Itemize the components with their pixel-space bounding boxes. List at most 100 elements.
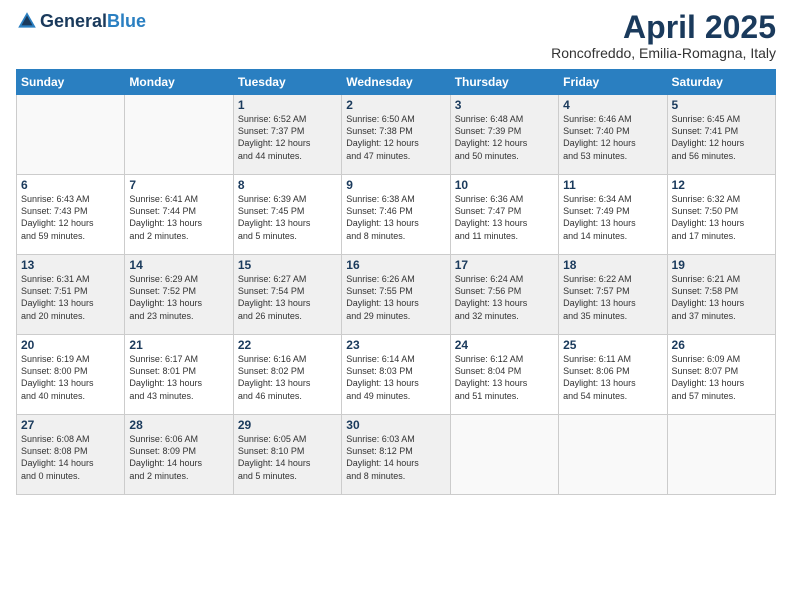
day-info: Sunrise: 6:16 AM Sunset: 8:02 PM Dayligh…: [238, 353, 337, 402]
day-info: Sunrise: 6:14 AM Sunset: 8:03 PM Dayligh…: [346, 353, 445, 402]
table-row: [450, 415, 558, 495]
header-thursday: Thursday: [450, 70, 558, 95]
day-number: 11: [563, 178, 662, 192]
day-number: 4: [563, 98, 662, 112]
table-row: 14Sunrise: 6:29 AM Sunset: 7:52 PM Dayli…: [125, 255, 233, 335]
table-row: 7Sunrise: 6:41 AM Sunset: 7:44 PM Daylig…: [125, 175, 233, 255]
table-row: 28Sunrise: 6:06 AM Sunset: 8:09 PM Dayli…: [125, 415, 233, 495]
table-row: 12Sunrise: 6:32 AM Sunset: 7:50 PM Dayli…: [667, 175, 775, 255]
table-row: 11Sunrise: 6:34 AM Sunset: 7:49 PM Dayli…: [559, 175, 667, 255]
day-number: 30: [346, 418, 445, 432]
logo: GeneralBlue: [16, 10, 146, 32]
day-info: Sunrise: 6:21 AM Sunset: 7:58 PM Dayligh…: [672, 273, 771, 322]
day-info: Sunrise: 6:46 AM Sunset: 7:40 PM Dayligh…: [563, 113, 662, 162]
table-row: 27Sunrise: 6:08 AM Sunset: 8:08 PM Dayli…: [17, 415, 125, 495]
day-info: Sunrise: 6:05 AM Sunset: 8:10 PM Dayligh…: [238, 433, 337, 482]
day-info: Sunrise: 6:50 AM Sunset: 7:38 PM Dayligh…: [346, 113, 445, 162]
day-number: 3: [455, 98, 554, 112]
table-row: 2Sunrise: 6:50 AM Sunset: 7:38 PM Daylig…: [342, 95, 450, 175]
header-sunday: Sunday: [17, 70, 125, 95]
day-number: 18: [563, 258, 662, 272]
day-number: 21: [129, 338, 228, 352]
day-info: Sunrise: 6:26 AM Sunset: 7:55 PM Dayligh…: [346, 273, 445, 322]
table-row: 24Sunrise: 6:12 AM Sunset: 8:04 PM Dayli…: [450, 335, 558, 415]
day-info: Sunrise: 6:03 AM Sunset: 8:12 PM Dayligh…: [346, 433, 445, 482]
table-row: 25Sunrise: 6:11 AM Sunset: 8:06 PM Dayli…: [559, 335, 667, 415]
table-row: 17Sunrise: 6:24 AM Sunset: 7:56 PM Dayli…: [450, 255, 558, 335]
title-block: April 2025 Roncofreddo, Emilia-Romagna, …: [551, 10, 776, 61]
table-row: 26Sunrise: 6:09 AM Sunset: 8:07 PM Dayli…: [667, 335, 775, 415]
day-number: 19: [672, 258, 771, 272]
table-row: 5Sunrise: 6:45 AM Sunset: 7:41 PM Daylig…: [667, 95, 775, 175]
day-number: 6: [21, 178, 120, 192]
table-row: 20Sunrise: 6:19 AM Sunset: 8:00 PM Dayli…: [17, 335, 125, 415]
day-info: Sunrise: 6:24 AM Sunset: 7:56 PM Dayligh…: [455, 273, 554, 322]
day-info: Sunrise: 6:45 AM Sunset: 7:41 PM Dayligh…: [672, 113, 771, 162]
table-row: 3Sunrise: 6:48 AM Sunset: 7:39 PM Daylig…: [450, 95, 558, 175]
day-number: 9: [346, 178, 445, 192]
calendar-subtitle: Roncofreddo, Emilia-Romagna, Italy: [551, 45, 776, 61]
table-row: 21Sunrise: 6:17 AM Sunset: 8:01 PM Dayli…: [125, 335, 233, 415]
logo-blue: Blue: [107, 12, 146, 30]
day-info: Sunrise: 6:29 AM Sunset: 7:52 PM Dayligh…: [129, 273, 228, 322]
day-info: Sunrise: 6:31 AM Sunset: 7:51 PM Dayligh…: [21, 273, 120, 322]
day-number: 23: [346, 338, 445, 352]
table-row: 16Sunrise: 6:26 AM Sunset: 7:55 PM Dayli…: [342, 255, 450, 335]
day-number: 12: [672, 178, 771, 192]
header-tuesday: Tuesday: [233, 70, 341, 95]
table-row: [559, 415, 667, 495]
table-row: 19Sunrise: 6:21 AM Sunset: 7:58 PM Dayli…: [667, 255, 775, 335]
day-number: 1: [238, 98, 337, 112]
day-info: Sunrise: 6:27 AM Sunset: 7:54 PM Dayligh…: [238, 273, 337, 322]
header-monday: Monday: [125, 70, 233, 95]
day-info: Sunrise: 6:43 AM Sunset: 7:43 PM Dayligh…: [21, 193, 120, 242]
day-info: Sunrise: 6:12 AM Sunset: 8:04 PM Dayligh…: [455, 353, 554, 402]
day-info: Sunrise: 6:48 AM Sunset: 7:39 PM Dayligh…: [455, 113, 554, 162]
logo-icon: [16, 10, 38, 32]
day-info: Sunrise: 6:22 AM Sunset: 7:57 PM Dayligh…: [563, 273, 662, 322]
calendar-week-row: 20Sunrise: 6:19 AM Sunset: 8:00 PM Dayli…: [17, 335, 776, 415]
logo-general: General: [40, 12, 107, 30]
day-number: 8: [238, 178, 337, 192]
day-number: 15: [238, 258, 337, 272]
table-row: 9Sunrise: 6:38 AM Sunset: 7:46 PM Daylig…: [342, 175, 450, 255]
day-number: 7: [129, 178, 228, 192]
table-row: 18Sunrise: 6:22 AM Sunset: 7:57 PM Dayli…: [559, 255, 667, 335]
day-number: 27: [21, 418, 120, 432]
day-number: 28: [129, 418, 228, 432]
table-row: 4Sunrise: 6:46 AM Sunset: 7:40 PM Daylig…: [559, 95, 667, 175]
table-row: 1Sunrise: 6:52 AM Sunset: 7:37 PM Daylig…: [233, 95, 341, 175]
day-number: 17: [455, 258, 554, 272]
day-number: 20: [21, 338, 120, 352]
day-info: Sunrise: 6:41 AM Sunset: 7:44 PM Dayligh…: [129, 193, 228, 242]
day-number: 2: [346, 98, 445, 112]
header-wednesday: Wednesday: [342, 70, 450, 95]
table-row: 30Sunrise: 6:03 AM Sunset: 8:12 PM Dayli…: [342, 415, 450, 495]
day-number: 10: [455, 178, 554, 192]
day-info: Sunrise: 6:17 AM Sunset: 8:01 PM Dayligh…: [129, 353, 228, 402]
calendar-table: Sunday Monday Tuesday Wednesday Thursday…: [16, 69, 776, 495]
day-info: Sunrise: 6:36 AM Sunset: 7:47 PM Dayligh…: [455, 193, 554, 242]
table-row: 6Sunrise: 6:43 AM Sunset: 7:43 PM Daylig…: [17, 175, 125, 255]
table-row: 15Sunrise: 6:27 AM Sunset: 7:54 PM Dayli…: [233, 255, 341, 335]
day-info: Sunrise: 6:39 AM Sunset: 7:45 PM Dayligh…: [238, 193, 337, 242]
day-number: 5: [672, 98, 771, 112]
calendar-week-row: 27Sunrise: 6:08 AM Sunset: 8:08 PM Dayli…: [17, 415, 776, 495]
table-row: 8Sunrise: 6:39 AM Sunset: 7:45 PM Daylig…: [233, 175, 341, 255]
calendar-week-row: 13Sunrise: 6:31 AM Sunset: 7:51 PM Dayli…: [17, 255, 776, 335]
day-info: Sunrise: 6:08 AM Sunset: 8:08 PM Dayligh…: [21, 433, 120, 482]
table-row: 10Sunrise: 6:36 AM Sunset: 7:47 PM Dayli…: [450, 175, 558, 255]
header: GeneralBlue April 2025 Roncofreddo, Emil…: [16, 10, 776, 61]
day-info: Sunrise: 6:19 AM Sunset: 8:00 PM Dayligh…: [21, 353, 120, 402]
header-friday: Friday: [559, 70, 667, 95]
table-row: 23Sunrise: 6:14 AM Sunset: 8:03 PM Dayli…: [342, 335, 450, 415]
day-number: 26: [672, 338, 771, 352]
table-row: [17, 95, 125, 175]
table-row: [125, 95, 233, 175]
calendar-header-row: Sunday Monday Tuesday Wednesday Thursday…: [17, 70, 776, 95]
day-info: Sunrise: 6:11 AM Sunset: 8:06 PM Dayligh…: [563, 353, 662, 402]
day-info: Sunrise: 6:38 AM Sunset: 7:46 PM Dayligh…: [346, 193, 445, 242]
day-info: Sunrise: 6:06 AM Sunset: 8:09 PM Dayligh…: [129, 433, 228, 482]
day-info: Sunrise: 6:52 AM Sunset: 7:37 PM Dayligh…: [238, 113, 337, 162]
day-info: Sunrise: 6:09 AM Sunset: 8:07 PM Dayligh…: [672, 353, 771, 402]
